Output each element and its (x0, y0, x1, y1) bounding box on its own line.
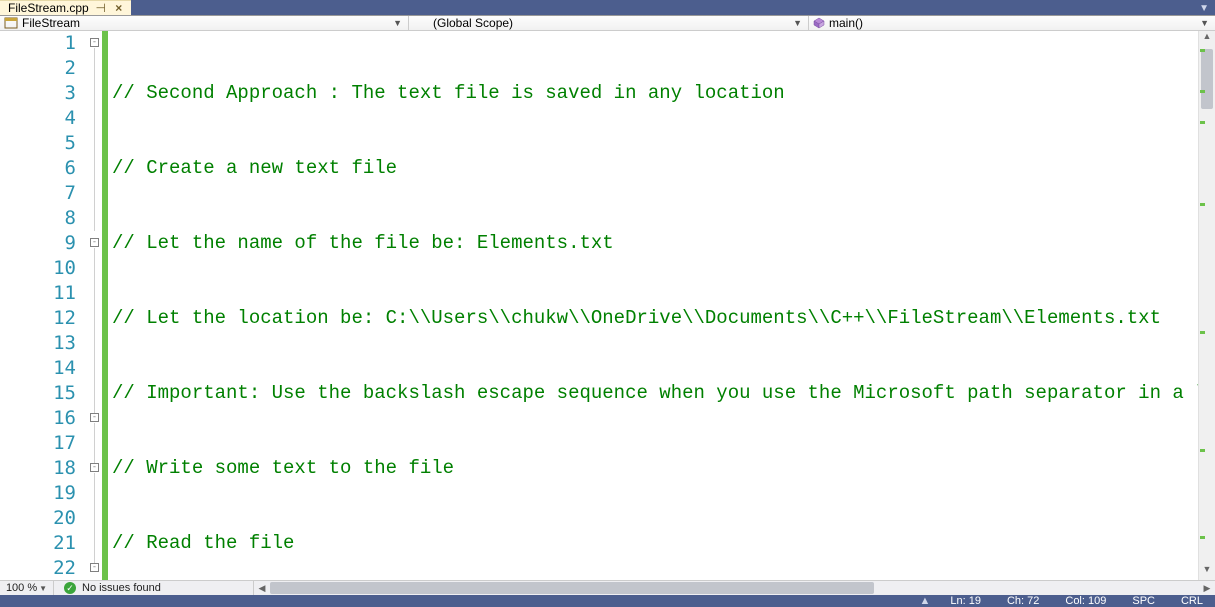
collapse-toggle-icon[interactable]: - (90, 38, 99, 47)
scroll-marker-strip (1200, 49, 1204, 562)
vertical-scrollbar[interactable]: ▲ ▼ (1198, 31, 1215, 580)
collapse-toggle-icon[interactable]: - (90, 238, 99, 247)
collapse-toggle-icon[interactable]: - (90, 563, 99, 572)
horizontal-scroll-thumb[interactable] (270, 582, 874, 594)
check-circle-icon: ✓ (64, 582, 76, 594)
collapse-toggle-icon[interactable]: - (90, 413, 99, 422)
method-icon (813, 17, 825, 29)
document-tab-strip: FileStream.cpp ⊣ × ▼ (0, 0, 1215, 15)
editor-footer-bar: 100 % ▼ ✓ No issues found ◀ ▶ (0, 580, 1215, 595)
collapse-toggle-icon[interactable]: - (90, 463, 99, 472)
status-line[interactable]: Ln: 19 (944, 595, 987, 607)
nav-scope-label: (Global Scope) (413, 16, 513, 30)
scroll-down-arrow-icon[interactable]: ▼ (1199, 564, 1215, 580)
chevron-down-icon: ▼ (39, 584, 47, 593)
pin-icon[interactable]: ⊣ (95, 1, 107, 15)
nav-project-label: FileStream (22, 16, 80, 30)
tabstrip-overflow-caret-icon[interactable]: ▼ (1199, 3, 1209, 14)
scroll-up-arrow-icon[interactable]: ▲ (1199, 31, 1215, 47)
chevron-down-icon: ▼ (793, 18, 802, 28)
nav-project-dropdown[interactable]: FileStream ▼ (0, 16, 409, 30)
line-number-gutter: 1234 5678 9101112 13141516 17181920 2122 (0, 31, 90, 580)
chevron-down-icon: ▼ (393, 18, 402, 28)
zoom-dropdown[interactable]: 100 % ▼ (0, 581, 54, 595)
scroll-right-arrow-icon[interactable]: ▶ (1199, 583, 1215, 594)
status-indent[interactable]: SPC (1126, 595, 1161, 607)
scroll-to-top-icon[interactable]: ▲ (919, 595, 930, 607)
status-col[interactable]: Col: 109 (1059, 595, 1112, 607)
nav-function-label: main() (829, 16, 863, 30)
tab-filestream-cpp[interactable]: FileStream.cpp ⊣ × (0, 0, 131, 15)
chevron-down-icon: ▼ (1200, 18, 1209, 28)
nav-scope-dropdown[interactable]: (Global Scope) ▼ (409, 16, 809, 30)
status-bar: ▲ Ln: 19 Ch: 72 Col: 109 SPC CRL (0, 595, 1215, 607)
close-icon[interactable]: × (113, 1, 125, 15)
nav-function-dropdown[interactable]: main() ▼ (809, 16, 1215, 30)
status-char[interactable]: Ch: 72 (1001, 595, 1045, 607)
navigation-bar: FileStream ▼ (Global Scope) ▼ main() ▼ (0, 15, 1215, 31)
scroll-left-arrow-icon[interactable]: ◀ (254, 583, 270, 594)
code-editor[interactable]: 1234 5678 9101112 13141516 17181920 2122… (0, 31, 1215, 580)
code-content[interactable]: // Second Approach : The text file is sa… (108, 31, 1198, 580)
status-line-endings[interactable]: CRL (1175, 595, 1209, 607)
horizontal-scrollbar[interactable]: ◀ ▶ (254, 581, 1215, 595)
issues-label: No issues found (82, 582, 161, 594)
issues-indicator[interactable]: ✓ No issues found (54, 581, 254, 595)
project-icon (4, 17, 18, 29)
tab-label: FileStream.cpp (8, 1, 89, 15)
zoom-value: 100 % (6, 582, 37, 594)
outlining-margin[interactable]: - - - - - (90, 31, 102, 580)
